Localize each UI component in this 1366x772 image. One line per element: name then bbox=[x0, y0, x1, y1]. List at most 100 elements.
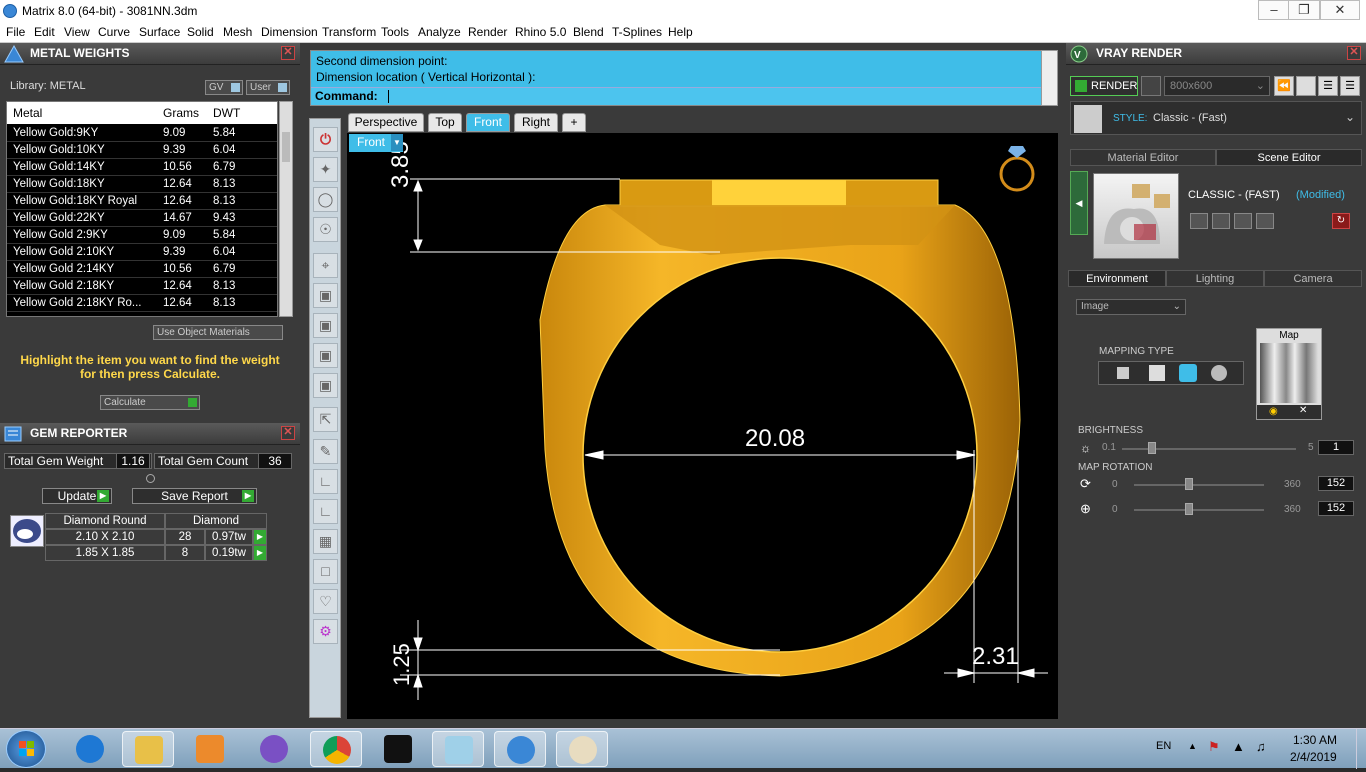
spherical-mapping-icon[interactable] bbox=[1179, 364, 1197, 382]
metal-table-scrollbar[interactable] bbox=[279, 101, 293, 317]
gem-row-expand-button[interactable]: ▶ bbox=[253, 529, 267, 545]
figure-icon[interactable]: ♡ bbox=[313, 589, 338, 614]
globe-icon[interactable]: ◯ bbox=[313, 187, 338, 212]
metal-row[interactable]: Yellow Gold 2:18KY Ro... 12.64 8.13 bbox=[7, 295, 277, 312]
network-signal-icon[interactable]: ▲ bbox=[1232, 739, 1245, 754]
command-input-row[interactable]: Command: bbox=[311, 87, 1044, 105]
close-gem-reporter-button[interactable]: ✕ bbox=[281, 426, 295, 440]
menu-dimension[interactable]: Dimension bbox=[261, 25, 318, 39]
front-viewport[interactable]: 3.85 20.08 1.25 2.31 bbox=[347, 133, 1058, 719]
rewind-icon[interactable]: ⏪ bbox=[1274, 76, 1294, 96]
taskbar-matrix[interactable] bbox=[494, 731, 546, 767]
metal-row[interactable]: Yellow Gold:18KY 12.64 8.13 bbox=[7, 176, 277, 193]
gear-icon[interactable]: ⚙ bbox=[313, 619, 338, 644]
metal-row[interactable]: Yellow Gold:22KY 14.67 9.43 bbox=[7, 210, 277, 227]
power-icon[interactable]: ⏻ bbox=[313, 127, 338, 152]
menu-edit[interactable]: Edit bbox=[34, 25, 55, 39]
show-desktop-button[interactable] bbox=[1356, 729, 1366, 769]
taskbar-media-player[interactable] bbox=[184, 731, 236, 767]
menu-curve[interactable]: Curve bbox=[98, 25, 130, 39]
tab-right[interactable]: Right bbox=[514, 113, 558, 132]
close-window-button[interactable]: ✕ bbox=[1320, 0, 1360, 20]
action-center-icon[interactable]: ⚑ bbox=[1208, 739, 1220, 755]
frame-buffer-icon[interactable] bbox=[1296, 76, 1316, 96]
network-icon[interactable]: ☉ bbox=[313, 217, 338, 242]
list-icon[interactable]: ☰ bbox=[1318, 76, 1338, 96]
gem-row-expand-button[interactable]: ▶ bbox=[253, 545, 267, 561]
save-as-preset-icon[interactable] bbox=[1212, 213, 1230, 229]
taskbar-game[interactable] bbox=[372, 731, 424, 767]
environment-type-select[interactable]: Image ⌄ bbox=[1076, 299, 1186, 315]
tab-environment[interactable]: Environment bbox=[1068, 270, 1166, 287]
metal-row[interactable]: Yellow Gold:18KY Royal 12.64 8.13 bbox=[7, 193, 277, 210]
show-hidden-icons-icon[interactable]: ▲ bbox=[1188, 741, 1197, 751]
angular-mapping-icon[interactable] bbox=[1211, 365, 1227, 381]
start-button[interactable] bbox=[6, 730, 46, 768]
tab-camera[interactable]: Camera bbox=[1264, 270, 1362, 287]
cubic-mapping-icon[interactable] bbox=[1149, 365, 1165, 381]
menu-icon[interactable]: ☰ bbox=[1340, 76, 1360, 96]
menu-transform[interactable]: Transform bbox=[322, 25, 376, 39]
command-scrollbar[interactable] bbox=[1041, 50, 1058, 106]
menu-view[interactable]: View bbox=[64, 25, 90, 39]
fan-icon[interactable]: ✦ bbox=[313, 157, 338, 182]
menu-tsplines[interactable]: T-Splines bbox=[612, 25, 662, 39]
metal-row[interactable]: Yellow Gold 2:10KY 9.39 6.04 bbox=[7, 244, 277, 261]
taskbar-explorer[interactable] bbox=[122, 731, 174, 767]
tab-scene-editor[interactable]: Scene Editor bbox=[1216, 149, 1362, 166]
menu-tools[interactable]: Tools bbox=[381, 25, 409, 39]
maximize-button[interactable]: ❐ bbox=[1288, 0, 1320, 20]
box-top-icon[interactable]: ▣ bbox=[313, 373, 338, 398]
clear-map-icon[interactable]: ✕ bbox=[1299, 405, 1307, 416]
taskbar-chrome[interactable] bbox=[310, 731, 362, 767]
menu-analyze[interactable]: Analyze bbox=[418, 25, 461, 39]
tab-lighting[interactable]: Lighting bbox=[1166, 270, 1264, 287]
close-vray-button[interactable]: ✕ bbox=[1347, 46, 1361, 60]
refresh-icon[interactable]: ↻ bbox=[1332, 213, 1350, 229]
taskbar-viber[interactable] bbox=[248, 731, 300, 767]
box-side-icon[interactable]: ▣ bbox=[313, 343, 338, 368]
metal-row[interactable]: Yellow Gold:14KY 10.56 6.79 bbox=[7, 159, 277, 176]
metal-row[interactable]: Yellow Gold 2:14KY 10.56 6.79 bbox=[7, 261, 277, 278]
brightness-value[interactable]: 1 bbox=[1318, 440, 1354, 455]
render-button[interactable]: RENDER bbox=[1070, 76, 1138, 96]
gv-library-button[interactable]: GV bbox=[205, 80, 243, 95]
menu-help[interactable]: Help bbox=[668, 25, 693, 39]
taskbar-paint[interactable] bbox=[556, 731, 608, 767]
snap-off-icon[interactable]: ∟ bbox=[313, 469, 338, 494]
calculate-button[interactable]: Calculate bbox=[100, 395, 200, 410]
user-library-button[interactable]: User bbox=[246, 80, 290, 95]
save-preset-icon[interactable] bbox=[1190, 213, 1208, 229]
minimize-button[interactable]: – bbox=[1258, 0, 1290, 20]
scale-icon[interactable]: ⇱ bbox=[313, 407, 338, 432]
rotation-h-slider[interactable] bbox=[1134, 484, 1264, 486]
add-view-tab-button[interactable]: + bbox=[562, 113, 586, 132]
rotation-v-value[interactable]: 152 bbox=[1318, 501, 1354, 516]
close-metal-weights-button[interactable]: ✕ bbox=[281, 46, 295, 60]
menu-mesh[interactable]: Mesh bbox=[223, 25, 252, 39]
save-report-button[interactable]: Save Report ▶ bbox=[132, 488, 257, 504]
menu-blend[interactable]: Blend bbox=[573, 25, 604, 39]
tab-material-editor[interactable]: Material Editor bbox=[1070, 149, 1216, 166]
resolution-select[interactable]: 800x600 ⌄ bbox=[1164, 76, 1270, 96]
history-icon[interactable]: □ bbox=[313, 559, 338, 584]
update-button[interactable]: Update ▶ bbox=[42, 488, 112, 504]
palette-icon[interactable]: ◉ bbox=[1269, 406, 1278, 417]
volume-icon[interactable]: ♫ bbox=[1256, 739, 1266, 754]
planar-mapping-icon[interactable] bbox=[1117, 367, 1129, 379]
menu-surface[interactable]: Surface bbox=[139, 25, 180, 39]
rotation-h-slider-thumb[interactable] bbox=[1184, 478, 1193, 490]
menu-solid[interactable]: Solid bbox=[187, 25, 214, 39]
taskbar-ie[interactable] bbox=[64, 731, 116, 767]
map-preview[interactable]: Map ◉ ✕ bbox=[1256, 328, 1322, 420]
box-icon[interactable]: ▣ bbox=[313, 283, 338, 308]
rotation-v-slider-thumb[interactable] bbox=[1184, 503, 1193, 515]
metal-row[interactable]: Yellow Gold:10KY 9.39 6.04 bbox=[7, 142, 277, 159]
rotation-v-slider[interactable] bbox=[1134, 509, 1264, 511]
metal-row[interactable]: Yellow Gold:9KY 9.09 5.84 bbox=[7, 125, 277, 142]
export-preset-icon[interactable] bbox=[1234, 213, 1252, 229]
snap-r-icon[interactable]: ∟ bbox=[313, 499, 338, 524]
tab-front[interactable]: Front bbox=[466, 113, 510, 132]
clock-time[interactable]: 1:30 AM bbox=[1293, 733, 1337, 747]
layer-icon[interactable]: ▦ bbox=[313, 529, 338, 554]
